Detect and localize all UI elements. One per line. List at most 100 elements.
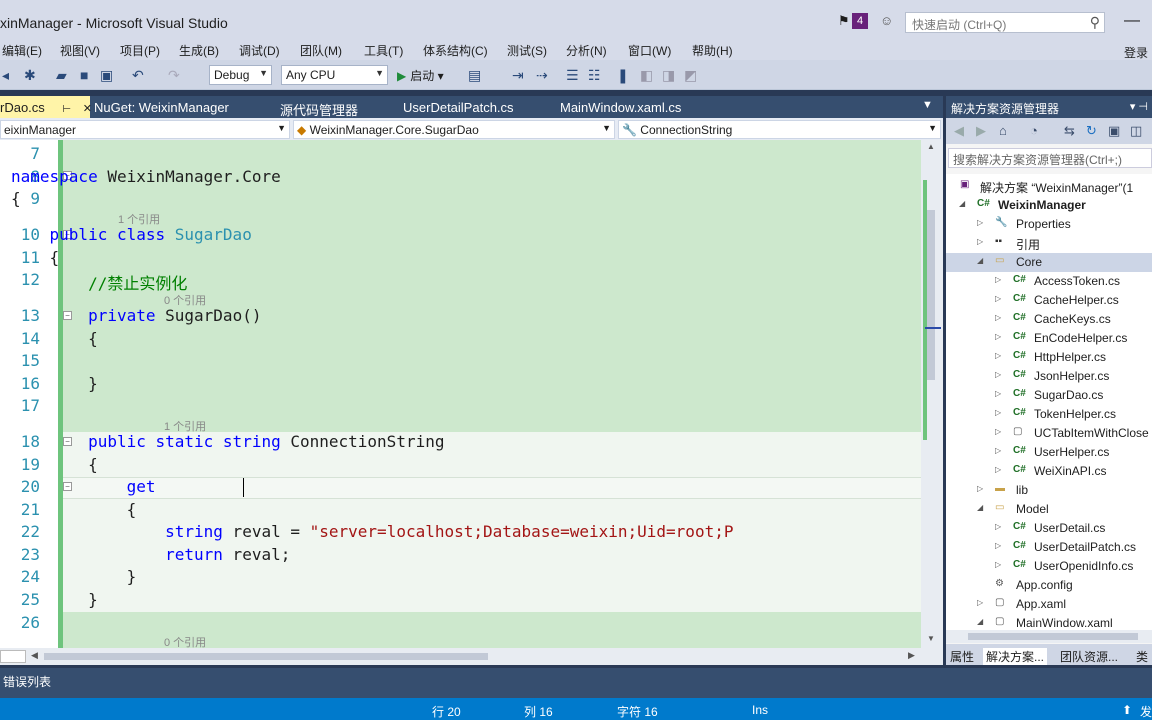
pin-icon[interactable]: ⊢ — [62, 104, 71, 115]
save-icon[interactable]: ■ — [80, 67, 88, 83]
menu-team[interactable]: 团队(M) — [300, 42, 342, 59]
scroll-thumb[interactable] — [927, 210, 935, 380]
scroll-right-icon[interactable]: ▶ — [908, 650, 915, 661]
notification-badge[interactable]: 4 — [852, 13, 868, 29]
comment-icon[interactable]: ☰ — [566, 67, 579, 84]
tree-item-file[interactable]: ▷ C# HttpHelper.cs — [946, 348, 1152, 367]
config-select[interactable]: Debug ▼ — [209, 65, 272, 85]
tab-team-explorer[interactable]: 团队资源... — [1060, 648, 1118, 665]
menu-tools[interactable]: 工具(T) — [364, 42, 403, 59]
tree-item-file[interactable]: ▷ C# CacheKeys.cs — [946, 310, 1152, 329]
history-icon[interactable]: ◔ — [1030, 123, 1038, 138]
sync-icon[interactable]: ⇆ — [1064, 123, 1075, 139]
login-link[interactable]: 登录 — [1124, 44, 1148, 61]
collapse-icon[interactable]: ▷ — [995, 427, 1001, 436]
collapse-icon[interactable]: ▷ — [995, 313, 1001, 322]
tab-properties[interactable]: 属性 — [950, 648, 974, 665]
tab-overflow-icon[interactable]: ▼ — [922, 99, 933, 111]
show-all-files-icon[interactable]: ◫ — [1130, 123, 1142, 139]
editor-horizontal-scrollbar[interactable]: ◀ ▶ — [0, 648, 943, 665]
publish-icon[interactable]: ⬆ — [1122, 703, 1132, 717]
tab-solution-explorer[interactable]: 解决方案... — [983, 648, 1048, 665]
next-bookmark-icon[interactable]: ◨ — [662, 67, 675, 84]
menu-project[interactable]: 项目(P) — [120, 42, 160, 59]
scroll-down-icon[interactable]: ▼ — [927, 634, 935, 643]
tree-item-file[interactable]: ▷ C# UserDetail.cs — [946, 519, 1152, 538]
tab-error-list[interactable]: 错误列表 — [3, 673, 51, 690]
tree-item-lib[interactable]: ▷ ▬ lib — [946, 481, 1152, 500]
collapse-icon[interactable]: ▷ — [995, 275, 1001, 284]
back-icon[interactable]: ◀ — [954, 123, 964, 139]
tree-item-file[interactable]: ⚙ App.config — [946, 576, 1152, 595]
expand-icon[interactable]: ◢ — [977, 617, 983, 626]
collapse-icon[interactable]: ▷ — [995, 522, 1001, 531]
scroll-thumb[interactable] — [968, 633, 1138, 640]
redo-icon[interactable]: ↷ — [168, 67, 180, 84]
tree-item-core[interactable]: ◢ ▭ Core — [946, 253, 1152, 272]
tab-class-view[interactable]: 类 — [1136, 648, 1148, 665]
code-editor[interactable]: 7 8 9 10 11 12 13 14 15 16 17 18 19 20 2… — [0, 140, 943, 648]
tree-item-references[interactable]: ▷ ▪▪ 引用 — [946, 234, 1152, 253]
editor-vertical-scrollbar[interactable]: ▲ ▼ — [921, 140, 943, 648]
save-all-icon[interactable]: ▣ — [100, 67, 113, 84]
menu-build[interactable]: 生成(B) — [179, 42, 219, 59]
scroll-left-icon[interactable]: ◀ — [31, 650, 38, 661]
tab-nuget[interactable]: NuGet: WeixinManager — [94, 96, 229, 118]
expand-icon[interactable]: ◢ — [959, 199, 965, 208]
tree-item-file[interactable]: ▷ C# UserDetailPatch.cs — [946, 538, 1152, 557]
tab-mainwindow-cs[interactable]: MainWindow.xaml.cs — [560, 96, 681, 118]
collapse-icon[interactable]: ▷ — [977, 237, 983, 246]
project-dropdown[interactable]: eixinManager ▼ — [0, 120, 290, 139]
scroll-thumb[interactable] — [44, 653, 488, 660]
tree-item-file[interactable]: ▷ C# SugarDao.cs — [946, 386, 1152, 405]
undo-icon[interactable]: ↶ — [132, 67, 144, 84]
collapse-icon[interactable]: ▷ — [995, 446, 1001, 455]
collapse-icon[interactable]: ▷ — [977, 218, 983, 227]
home-icon[interactable]: ⌂ — [999, 123, 1007, 138]
tree-item-project[interactable]: ◢ C# WeixinManager — [946, 196, 1152, 215]
tree-item-properties[interactable]: ▷ 🔧 Properties — [946, 215, 1152, 234]
collapse-icon[interactable]: ▷ — [995, 351, 1001, 360]
tab-sugardao[interactable]: rDao.cs ⊢ ✕ — [0, 96, 92, 118]
tree-item-solution[interactable]: ▣ 解决方案 “WeixinManager”(1 — [946, 177, 1152, 196]
collapse-icon[interactable]: ▷ — [995, 370, 1001, 379]
close-icon[interactable]: ✕ — [83, 103, 92, 115]
tree-item-file[interactable]: ▷ C# CacheHelper.cs — [946, 291, 1152, 310]
tree-item-file[interactable]: ▷ ▢ App.xaml — [946, 595, 1152, 614]
collapse-icon[interactable]: ▷ — [995, 541, 1001, 550]
collapse-icon[interactable]: ▷ — [995, 408, 1001, 417]
quick-launch-input[interactable]: 快速启动 (Ctrl+Q) ⚲ — [905, 12, 1105, 33]
bookmark-icon[interactable]: ❚ — [617, 67, 629, 84]
tree-item-file[interactable]: ▷ C# AccessToken.cs — [946, 272, 1152, 291]
feedback-icon[interactable]: ☺ — [880, 13, 893, 28]
collapse-icon[interactable]: ▷ — [995, 389, 1001, 398]
menu-architecture[interactable]: 体系结构(C) — [423, 42, 488, 59]
zoom-level-box[interactable] — [0, 650, 26, 663]
tree-item-file[interactable]: ▷ C# EnCodeHelper.cs — [946, 329, 1152, 348]
tab-source-control[interactable]: 源代码管理器 — [280, 96, 358, 118]
collapse-icon[interactable]: ▷ — [995, 465, 1001, 474]
find-icon[interactable]: ▤ — [468, 67, 481, 84]
start-button[interactable]: ▶ 启动 ▾ — [397, 67, 444, 84]
codelens-references[interactable]: 0 个引用 — [164, 634, 206, 648]
collapse-icon[interactable]: ▷ — [995, 332, 1001, 341]
menu-help[interactable]: 帮助(H) — [692, 42, 733, 59]
tree-item-file[interactable]: ▷ C# JsonHelper.cs — [946, 367, 1152, 386]
menu-view[interactable]: 视图(V) — [60, 42, 100, 59]
type-dropdown[interactable]: ◆ WeixinManager.Core.SugarDao ▼ — [293, 120, 615, 139]
step-over-icon[interactable]: ⇢ — [536, 67, 548, 84]
menu-test[interactable]: 测试(S) — [507, 42, 547, 59]
minimize-button[interactable]: — — [1124, 12, 1140, 30]
notification-flag-icon[interactable]: ⚑ — [838, 13, 850, 29]
back-icon[interactable]: ◂ — [2, 67, 9, 84]
status-publish[interactable]: 发 — [1140, 703, 1152, 720]
menu-debug[interactable]: 调试(D) — [239, 42, 280, 59]
prev-bookmark-icon[interactable]: ◧ — [640, 67, 653, 84]
open-file-icon[interactable]: ▰ — [56, 67, 67, 84]
forward-icon[interactable]: ▶ — [976, 123, 986, 139]
collapse-icon[interactable]: ▷ — [995, 294, 1001, 303]
tree-item-model[interactable]: ◢ ▭ Model — [946, 500, 1152, 519]
clear-bookmarks-icon[interactable]: ◩ — [684, 67, 697, 84]
new-project-icon[interactable]: ✱ — [24, 67, 36, 84]
step-icon[interactable]: ⇥ — [512, 67, 524, 84]
